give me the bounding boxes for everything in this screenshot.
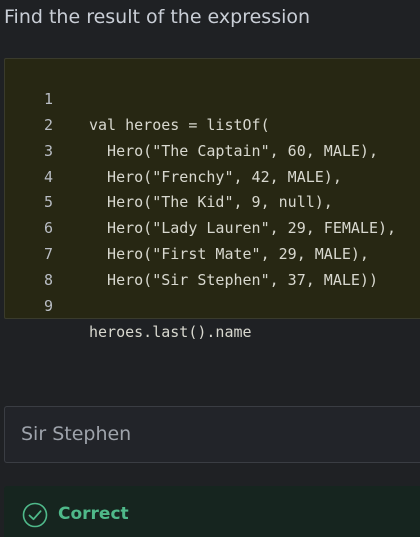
- code-line: 5 Hero("Lady Lauren", 29, FEMALE),: [5, 165, 420, 237]
- code-line: 8: [5, 242, 420, 289]
- code-line: 4 Hero("The Kid", 9, null),: [5, 139, 420, 212]
- code-line: 1 val heroes = listOf(: [5, 61, 420, 134]
- result-label: Correct: [58, 504, 129, 524]
- code-line: 3 Hero("Frenchy", 42, MALE),: [5, 113, 420, 186]
- answer-input[interactable]: Sir Stephen: [4, 406, 420, 463]
- answer-value: Sir Stephen: [21, 423, 132, 445]
- line-text: heroes.last().name: [89, 322, 252, 341]
- code-panel: 1 val heroes = listOf( 2 Hero("The Capta…: [4, 58, 420, 341]
- code-line: 9 heroes.last().name: [5, 268, 420, 341]
- code-line: 6 Hero("First Mate", 29, MALE),: [5, 190, 420, 263]
- line-number: 9: [43, 297, 53, 316]
- check-circle-icon: [22, 502, 48, 528]
- code-line: 2 Hero("The Captain", 60, MALE),: [5, 87, 420, 160]
- exercise-page: Find the result of the expression 1 val …: [0, 0, 420, 537]
- code-lines: 1 val heroes = listOf( 2 Hero("The Capta…: [5, 59, 420, 341]
- result-banner: Correct: [4, 486, 420, 537]
- prompt-title: Find the result of the expression: [4, 6, 311, 28]
- code-line: 7 Hero("Sir Stephen", 37, MALE)): [5, 216, 420, 289]
